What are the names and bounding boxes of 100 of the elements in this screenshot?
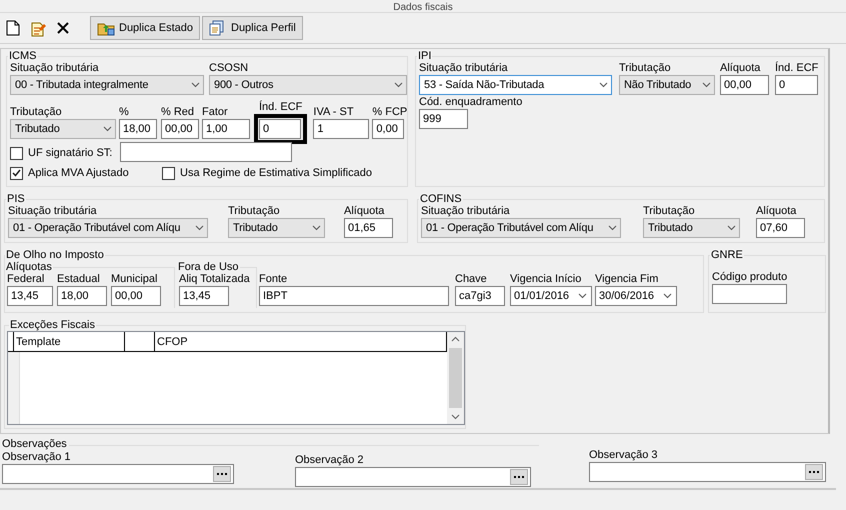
dropdown[interactable]: Tributado: [228, 218, 325, 238]
group-title: ICMS: [8, 50, 38, 62]
more-icon: [809, 470, 819, 474]
more-icon: [217, 472, 227, 476]
chevron-icon: [191, 82, 200, 88]
field-label: %: [119, 106, 130, 119]
dropdown[interactable]: 01 - Operação Tributável com Alíqu: [8, 218, 208, 238]
dropdown[interactable]: 900 - Outros: [209, 75, 407, 95]
field-label: Municipal: [111, 273, 158, 286]
field-label: Cód. enquadramento: [419, 96, 522, 109]
checkbox[interactable]: Usa Regime de Estimativa Simplificado: [162, 164, 402, 182]
field-label: Alíquota: [720, 62, 762, 75]
chevron-icon: [195, 225, 204, 231]
chevron-icon: [578, 293, 587, 299]
field-label: Federal: [7, 273, 46, 286]
text-field[interactable]: 0: [775, 75, 818, 95]
field-label: % FCP: [372, 106, 408, 119]
chevron-icon: [702, 82, 711, 88]
dropdown[interactable]: Tributado: [643, 218, 740, 238]
text-field[interactable]: [295, 467, 531, 487]
toolbar-button[interactable]: Duplica Estado: [90, 16, 200, 40]
edit-page-icon: [30, 20, 46, 36]
text-field[interactable]: 18,00: [57, 286, 107, 306]
dropdown[interactable]: 00 - Tributada integralmente: [10, 75, 204, 95]
group-title: De Olho no Imposto: [5, 249, 105, 261]
close-icon: [56, 21, 70, 35]
field-label: Tributação: [228, 205, 281, 218]
more-button[interactable]: [510, 469, 528, 485]
field-label: Vigencia Fim: [595, 273, 660, 286]
text-field[interactable]: 01,65: [344, 218, 393, 238]
text-field[interactable]: 00,00: [161, 119, 199, 139]
field-label: Situação tributária: [421, 205, 511, 218]
blank-page-icon: [6, 20, 20, 36]
dropdown[interactable]: 01 - Operação Tributável com Alíqu: [421, 218, 621, 238]
checkmark-icon: [12, 169, 21, 177]
toolbar-button[interactable]: Duplica Perfil: [202, 16, 303, 40]
group-title: Fora de Uso: [177, 261, 240, 273]
text-field[interactable]: 13,45: [179, 286, 229, 306]
field-label: CSOSN: [209, 62, 250, 75]
field-label: Fonte: [259, 273, 288, 286]
group-title: GNRE: [710, 249, 744, 261]
field-label: Tributação: [643, 205, 696, 218]
text-field[interactable]: [712, 284, 787, 304]
text-field[interactable]: ca7gi3: [455, 286, 505, 306]
text-field[interactable]: 18,00: [119, 119, 157, 139]
checkbox[interactable]: Aplica MVA Ajustado: [10, 164, 162, 182]
field-label: Alíquota: [756, 205, 798, 218]
text-field[interactable]: 1: [313, 119, 370, 139]
text-field[interactable]: 999: [419, 109, 468, 129]
text-field[interactable]: 00,00: [111, 286, 161, 306]
date-picker[interactable]: 01/01/2016: [510, 286, 592, 306]
chevron-icon: [608, 225, 617, 231]
column-header[interactable]: Template: [14, 332, 125, 351]
date-picker[interactable]: 30/06/2016: [595, 286, 677, 306]
text-field[interactable]: 1,00: [202, 119, 250, 139]
field-label: IVA - ST: [313, 106, 355, 119]
field-label: Observação 1: [2, 451, 72, 464]
text-field[interactable]: 00,00: [720, 75, 769, 95]
field-label: Índ. ECF: [259, 101, 302, 114]
dropdown[interactable]: 53 - Saída Não-Tributada: [419, 75, 612, 95]
field-label: Vigencia Início: [510, 273, 582, 286]
more-button[interactable]: [805, 464, 823, 480]
chevron-icon: [103, 126, 112, 132]
group-title: PIS: [6, 193, 26, 205]
group-title: Exceções Fiscais: [9, 319, 96, 331]
text-field[interactable]: [2, 464, 234, 484]
field-label: Observação 3: [589, 449, 658, 462]
text-field[interactable]: [120, 142, 292, 162]
chevron-icon: [599, 82, 608, 88]
field-label: Tributação: [619, 62, 672, 75]
row-header-strip: [8, 352, 20, 424]
field-label: Situação tributária: [8, 205, 98, 218]
field-label: Aliq Totalizada: [179, 273, 250, 286]
field-label: % Red: [161, 106, 196, 119]
field-label: Fator: [202, 106, 229, 119]
field-label: Tributação: [10, 106, 63, 119]
chevron-icon: [663, 293, 672, 299]
field-label: Situação tributária: [419, 62, 509, 75]
text-field[interactable]: 0: [259, 119, 301, 139]
field-label: Observação 2: [295, 454, 364, 467]
chevron-icon: [312, 225, 321, 231]
more-icon: [514, 476, 524, 478]
text-field[interactable]: 07,60: [756, 218, 805, 238]
chevron-icon: [727, 225, 736, 231]
text-field[interactable]: 0,00: [372, 119, 404, 139]
group-title: COFINS: [419, 193, 463, 205]
group-title: IPI: [417, 50, 432, 62]
text-field[interactable]: IBPT: [259, 286, 449, 306]
dropdown[interactable]: Tributado: [10, 119, 116, 139]
more-button[interactable]: [213, 466, 231, 482]
checkbox[interactable]: UF signatário ST:: [10, 144, 120, 162]
scrollbar[interactable]: [447, 332, 464, 424]
field-label: Índ. ECF: [775, 62, 818, 75]
section-title: Observações: [2, 438, 67, 451]
section-title: Dados fiscais: [393, 3, 453, 12]
group-title: Alíquotas: [5, 261, 53, 273]
field-label: Situação tributária: [10, 62, 100, 75]
dropdown[interactable]: Não Tributado: [619, 75, 715, 95]
text-field[interactable]: [589, 462, 826, 482]
text-field[interactable]: 13,45: [7, 286, 53, 306]
